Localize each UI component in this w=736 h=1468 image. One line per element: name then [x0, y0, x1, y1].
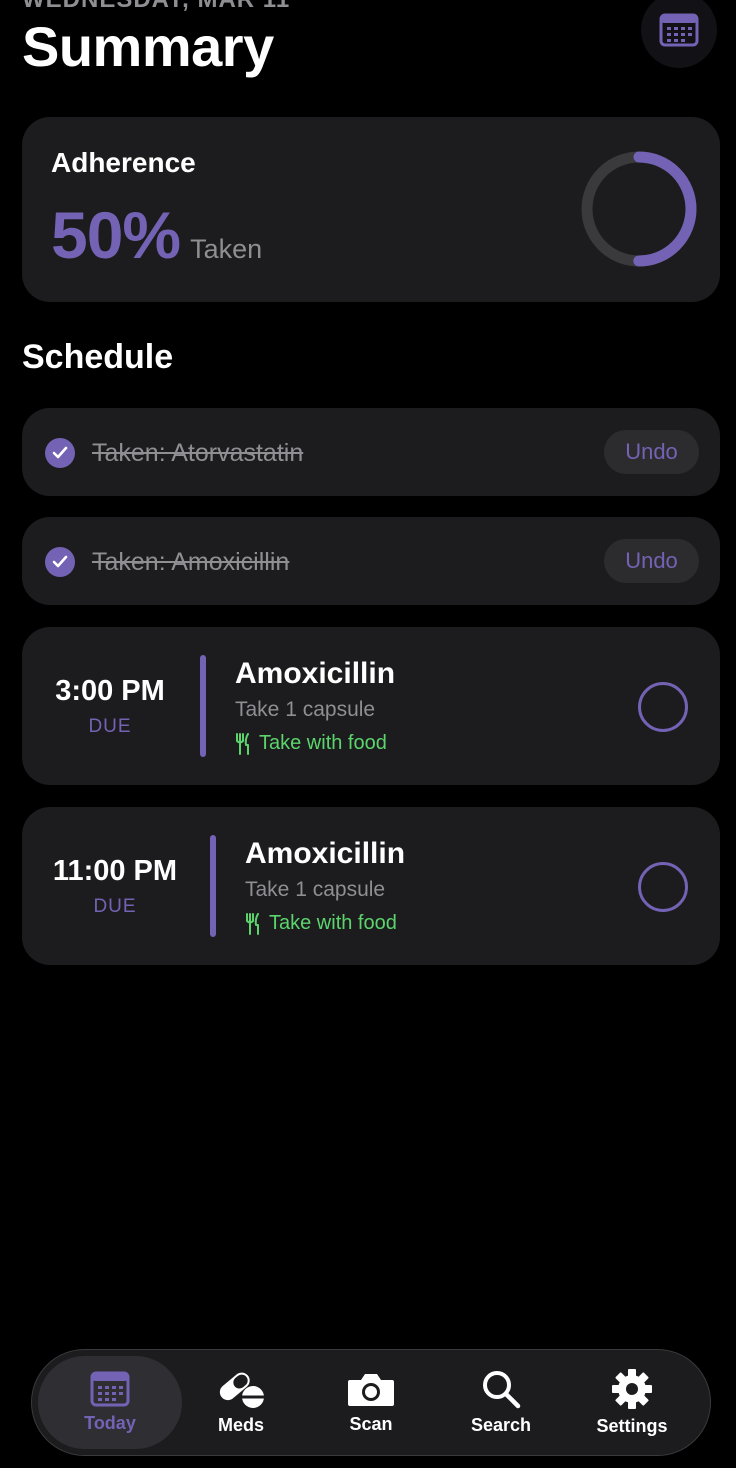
adherence-sub-label: Taken: [190, 234, 263, 264]
tab-settings[interactable]: Settings: [567, 1356, 697, 1449]
taken-row: Taken: Amoxicillin Undo: [22, 517, 720, 605]
gear-icon: [612, 1369, 652, 1409]
undo-button[interactable]: Undo: [604, 430, 699, 474]
tab-scan[interactable]: Scan: [306, 1356, 436, 1449]
camera-icon: [348, 1374, 394, 1406]
adherence-ring: [581, 151, 697, 267]
adherence-title: Adherence: [51, 147, 196, 178]
med-name: Amoxicillin: [245, 837, 406, 870]
tab-meds[interactable]: Meds: [176, 1356, 306, 1449]
today-screen: WEDNESDAY, MAR 11 Summary Adherence 50% …: [0, 0, 736, 1468]
adherence-percent: 50%: [51, 198, 181, 272]
food-note-label: Take with food: [269, 912, 397, 934]
tab-label: Today: [84, 1413, 136, 1433]
dose-status: DUE: [93, 896, 137, 917]
tab-label: Search: [470, 1415, 532, 1435]
pills-icon: [219, 1372, 264, 1408]
med-name: Amoxicillin: [235, 657, 396, 690]
tab-label: Scan: [349, 1414, 393, 1434]
tab-label: Meds: [217, 1415, 264, 1435]
dose-card[interactable]: 3:00 PM DUE Amoxicillin Take 1 capsule T…: [22, 627, 720, 785]
taken-label: Taken: Atorvastatin: [92, 439, 304, 467]
calendar-button[interactable]: [641, 0, 717, 68]
adherence-card: Adherence 50% Taken: [22, 117, 720, 302]
time-divider: [210, 835, 216, 937]
dose-time: 11:00 PM: [52, 855, 178, 887]
fork-knife-icon: [236, 732, 249, 755]
food-note-label: Take with food: [259, 732, 387, 754]
page-title: Summary: [22, 15, 274, 78]
dose-time: 3:00 PM: [55, 675, 165, 707]
med-dose: Take 1 capsule: [235, 698, 376, 721]
tab-label: Settings: [596, 1416, 668, 1436]
taken-row: Taken: Atorvastatin Undo: [22, 408, 720, 496]
tab-today[interactable]: Today: [38, 1356, 182, 1449]
time-divider: [200, 655, 206, 757]
mark-taken-button[interactable]: [638, 682, 688, 732]
magnifier-icon: [483, 1371, 521, 1409]
schedule-title: Schedule: [22, 338, 174, 376]
food-note: Take with food: [235, 732, 387, 755]
fork-knife-icon: [246, 912, 259, 935]
tab-bar: Today Meds Scan Search Settings: [31, 1349, 711, 1456]
calendar-icon: [659, 13, 699, 47]
calendar-icon: [90, 1371, 130, 1407]
dose-status: DUE: [88, 716, 132, 737]
date-label: WEDNESDAY, MAR 11: [22, 0, 290, 14]
med-dose: Take 1 capsule: [245, 878, 386, 901]
check-icon: [45, 547, 75, 577]
dose-card[interactable]: 11:00 PM DUE Amoxicillin Take 1 capsule …: [22, 807, 720, 965]
undo-button[interactable]: Undo: [604, 539, 699, 583]
food-note: Take with food: [245, 912, 397, 935]
tab-search[interactable]: Search: [436, 1356, 566, 1449]
taken-label: Taken: Amoxicillin: [92, 548, 290, 576]
mark-taken-button[interactable]: [638, 862, 688, 912]
check-icon: [45, 438, 75, 468]
